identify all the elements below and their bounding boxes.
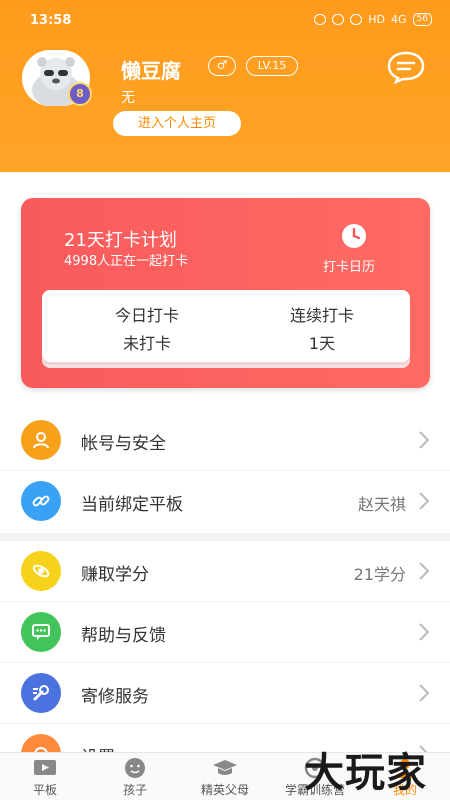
menu-item-account-security[interactable]: 帐号与安全	[0, 410, 450, 471]
menu-label: 赚取学分	[81, 565, 149, 585]
signature: 无	[121, 90, 135, 106]
checkin-card[interactable]: 21天打卡计划 4998人正在一起打卡 打卡日历 今日打卡 未打卡 连续打卡 1…	[21, 198, 430, 388]
chevron-right-icon	[419, 492, 430, 510]
status-time: 13:58	[30, 13, 72, 28]
menu-value: 21学分	[353, 565, 406, 584]
watermark: 大玩家	[304, 750, 427, 796]
today-label: 今日打卡	[114, 306, 179, 325]
tab-tablet[interactable]: 平板	[0, 753, 90, 800]
battery-icon: 56	[412, 13, 432, 26]
chat-icon	[21, 612, 61, 652]
plan-subtitle: 4998人正在一起打卡	[64, 254, 189, 269]
menu-item-bound-tablet[interactable]: 当前绑定平板 赵天祺	[0, 471, 450, 532]
headset-icon	[314, 14, 327, 25]
streak-stat: 连续打卡 1天	[247, 302, 397, 354]
clock-icon[interactable]	[340, 222, 368, 250]
menu-label: 帐号与安全	[81, 434, 166, 454]
level-badge: LV.15	[246, 56, 298, 76]
tab-elite-parents[interactable]: 精英父母	[180, 753, 270, 800]
menu-group-account: 帐号与安全 当前绑定平板 赵天祺	[0, 410, 450, 532]
link-icon	[21, 481, 61, 521]
chevron-right-icon	[419, 684, 430, 702]
face-icon	[125, 758, 145, 778]
menu-item-repair-service[interactable]: 寄修服务	[0, 663, 450, 724]
level-medal-icon: 8	[68, 82, 92, 106]
streak-value: 1天	[308, 334, 336, 353]
wrench-icon	[21, 673, 61, 713]
main-content: 21天打卡计划 4998人正在一起打卡 打卡日历 今日打卡 未打卡 连续打卡 1…	[0, 172, 450, 785]
checkin-stats: 今日打卡 未打卡 连续打卡 1天	[42, 290, 410, 362]
plan-title: 21天打卡计划	[64, 230, 177, 251]
username: 懒豆腐	[121, 59, 181, 83]
vibrate-icon	[332, 14, 345, 25]
chevron-right-icon	[419, 623, 430, 641]
personal-home-button[interactable]: 进入个人主页	[113, 111, 241, 136]
today-value: 未打卡	[122, 334, 171, 353]
message-icon[interactable]	[386, 50, 426, 84]
streak-label: 连续打卡	[289, 306, 354, 325]
tab-label: 孩子	[122, 783, 147, 797]
hd-label: HD	[368, 13, 386, 26]
user-icon	[21, 420, 61, 460]
menu-item-earn-credits[interactable]: 赚取学分 21学分	[0, 541, 450, 602]
grad-cap-icon	[213, 760, 237, 775]
today-stat: 今日打卡 未打卡	[72, 302, 222, 354]
chevron-right-icon	[419, 562, 430, 580]
tab-label: 平板	[32, 783, 57, 797]
network-label: 4G	[391, 13, 407, 26]
menu-label: 寄修服务	[81, 687, 149, 707]
status-icons: HD 4G 56	[314, 13, 432, 26]
orbit-icon	[21, 551, 61, 591]
tab-child[interactable]: 孩子	[90, 753, 180, 800]
menu-label: 当前绑定平板	[81, 495, 183, 515]
menu-value: 赵天祺	[357, 495, 406, 514]
profile-header: 13:58 HD 4G 56 8 懒豆腐 ♂ LV.15 无 进入个人主页	[0, 0, 450, 172]
alarm-icon	[350, 14, 363, 25]
tab-label: 精英父母	[200, 783, 249, 797]
gender-badge: ♂	[208, 56, 236, 76]
calendar-link[interactable]: 打卡日历	[323, 256, 375, 275]
menu-label: 帮助与反馈	[81, 626, 166, 646]
menu-item-help-feedback[interactable]: 帮助与反馈	[0, 602, 450, 663]
status-bar: 13:58 HD 4G 56	[0, 0, 450, 40]
chevron-right-icon	[419, 431, 430, 449]
tablet-icon	[34, 760, 56, 775]
